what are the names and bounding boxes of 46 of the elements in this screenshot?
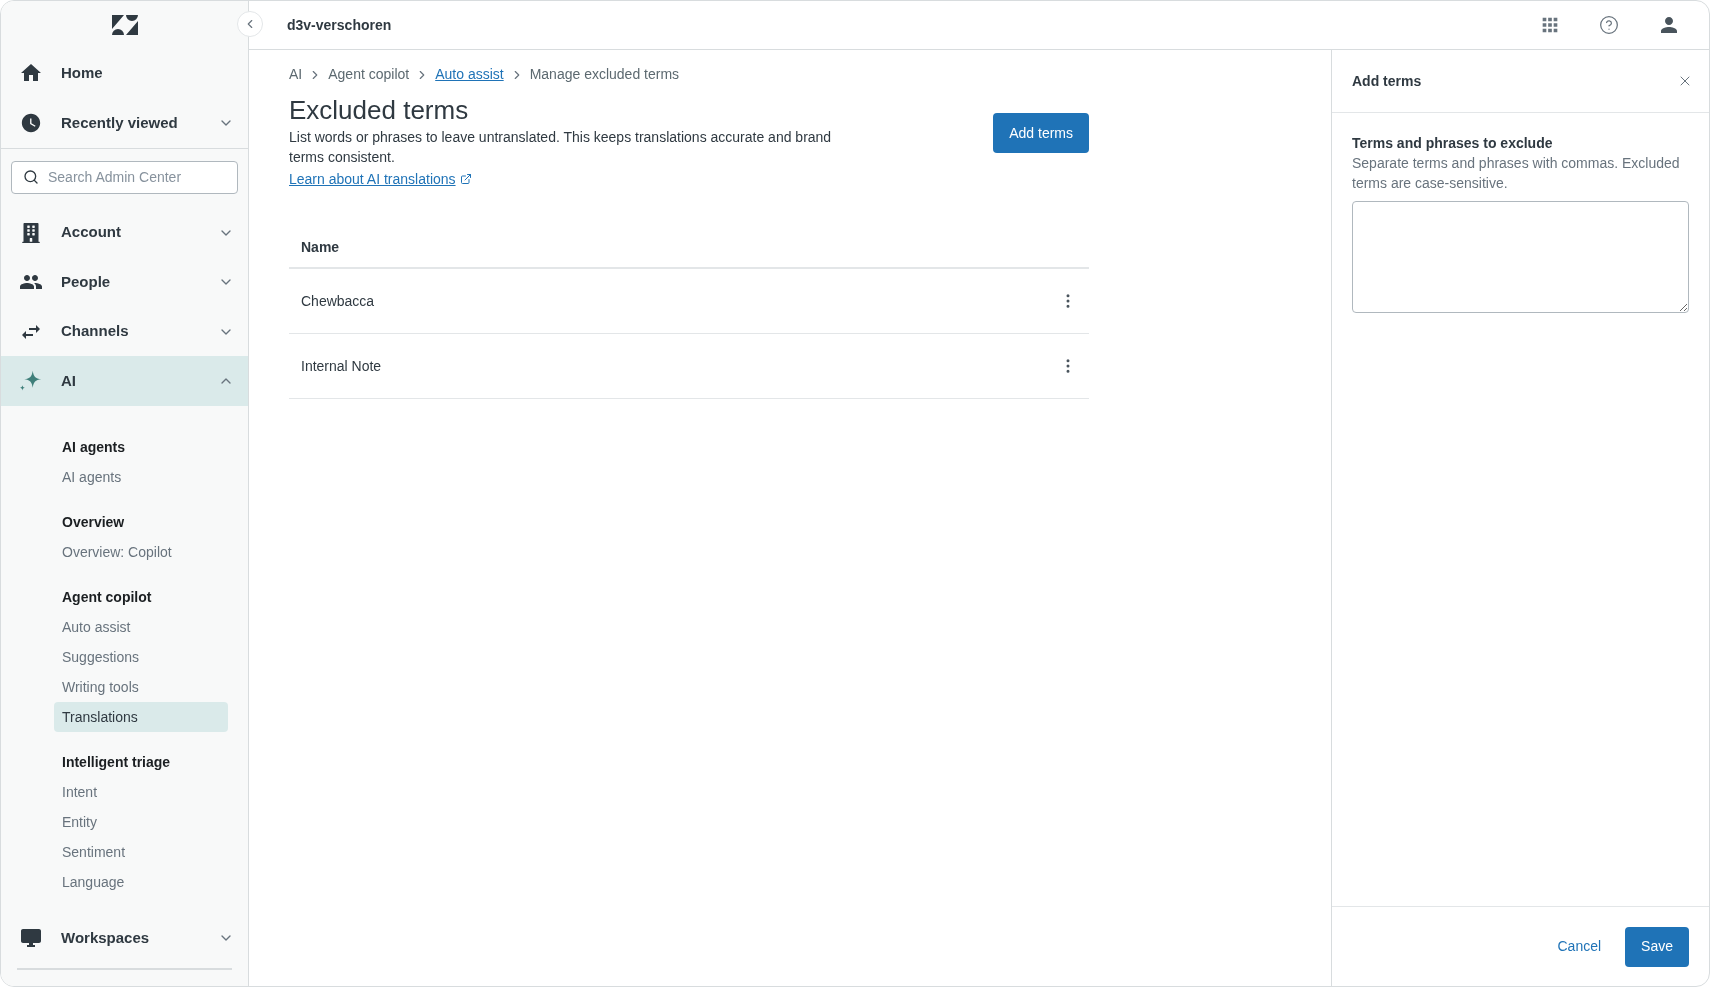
page-description: List words or phrases to leave untranslated. This keeps translations accurate and brand terms consistent. (289, 128, 833, 167)
nav-item[interactable]: Home (1, 48, 248, 99)
subnav-item[interactable]: Entity (54, 807, 228, 838)
logo-icon (111, 14, 138, 35)
field-label: Terms and phrases to exclude (1352, 134, 1554, 153)
account-name: d3v-verschoren (287, 15, 393, 35)
help-icon[interactable] (1599, 15, 1619, 35)
nav-item[interactable]: Channels (1, 306, 248, 357)
subnav-item[interactable]: Writing tools (54, 672, 228, 703)
breadcrumb-link[interactable]: Auto assist (435, 64, 504, 85)
nav-item[interactable]: Recently viewed (1, 98, 248, 148)
search-field[interactable]: Search Admin Center (11, 160, 238, 194)
cancel-button[interactable]: Cancel (1549, 926, 1610, 967)
subnav-item[interactable]: Overview: Copilot (54, 537, 228, 568)
section-heading: AI agents (61, 437, 126, 457)
nav-item[interactable]: People (1, 257, 248, 307)
page-title: Excluded terms (289, 94, 470, 127)
table-cell-text: Internal Note (301, 356, 383, 376)
field-hint: Separate terms and phrases with commas. Excluded terms are case-sensitive. (1352, 154, 1681, 193)
save-button[interactable]: Save (1625, 926, 1689, 967)
panel-title: Add terms (1352, 71, 1423, 91)
subnav-item[interactable]: Auto assist (54, 612, 228, 643)
subnav-item[interactable]: Suggestions (54, 642, 228, 673)
subnav-item[interactable]: Language (54, 867, 228, 898)
search-icon (23, 168, 39, 185)
section-heading: Intelligent triage (61, 752, 172, 772)
terms-input[interactable] (1352, 201, 1689, 313)
subnav-item[interactable]: Translations (54, 702, 228, 733)
nav-item[interactable]: Workspaces (1, 912, 248, 965)
subnav-item[interactable]: Intent (54, 777, 228, 808)
building-icon (22, 222, 40, 243)
breadcrumb-item: AI (289, 65, 303, 84)
clock-icon (20, 112, 42, 134)
add-terms-button[interactable]: Add terms (993, 113, 1089, 153)
column-header: Name (301, 237, 340, 257)
subnav-item[interactable]: Sentiment (54, 837, 228, 868)
subnav-item[interactable]: AI agents (54, 462, 228, 493)
help-link[interactable]: Learn about AI translations (289, 169, 472, 189)
breadcrumb-item: Agent copilot (328, 65, 410, 84)
section-heading: Overview (61, 512, 126, 532)
external-link-icon (459, 173, 472, 185)
table-cell-text: Chewbacca (301, 291, 376, 311)
nav-item[interactable]: AI (1, 356, 248, 407)
nav-item[interactable]: Account (1, 207, 248, 258)
section-heading: Agent copilot (61, 587, 153, 607)
breadcrumb-item: Manage excluded terms (529, 65, 680, 84)
